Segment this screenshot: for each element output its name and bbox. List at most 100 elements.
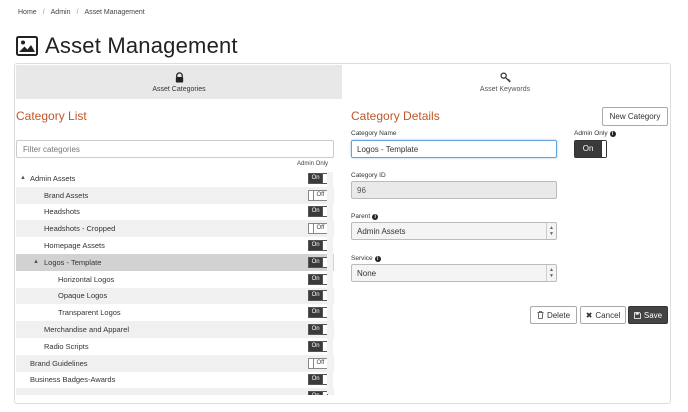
category-id-field [351,181,557,199]
delete-button[interactable]: Delete [530,306,577,324]
tab-bar: Asset Categories Asset Keywords [16,65,668,99]
admin-only-label-text: Admin Only [574,130,608,137]
info-icon[interactable]: i [374,255,381,262]
breadcrumb-separator: / [42,9,45,16]
page-header: Asset Management [16,33,238,59]
close-icon: ✖ [585,310,593,320]
tree-row[interactable]: Brand Assets Off [16,186,334,204]
tree-row-label: Brand Guidelines [30,358,88,368]
admin-only-column-header: Admin Only [297,161,329,167]
tree-row[interactable]: Horizontal Logos On [16,271,334,288]
switch-state-text: On [311,376,320,383]
switch-state-text: Off [316,359,325,366]
tab-label: Asset Keywords [479,85,531,93]
page-title: Asset Management [45,33,238,58]
admin-only-switch[interactable]: On [308,391,328,395]
admin-only-switch[interactable]: On [308,172,328,184]
admin-only-switch[interactable]: On [308,256,328,268]
parent-label-text: Parent [351,213,371,220]
tree-row-label: Logos - Template [44,257,102,267]
switch-state-text: On [311,174,320,181]
breadcrumb-admin[interactable]: Admin [51,9,71,16]
switch-state-text: On [311,208,320,215]
admin-only-label: Admin Only i [574,130,616,137]
switch-state-text: On [311,258,320,265]
new-category-button[interactable]: New Category [602,107,668,126]
collapse-toggle-icon[interactable]: ▲ [33,259,41,265]
admin-only-switch[interactable]: Off [308,189,328,201]
select-arrow-icon: ▲ ▼ [546,265,556,281]
parent-label: Parent i [351,213,379,220]
admin-only-switch[interactable]: Off [308,357,328,369]
category-details-title: Category Details [351,109,440,123]
category-name-input[interactable] [351,140,557,158]
switch-state-text: On [309,392,322,395]
breadcrumb-current: Asset Management [84,9,145,16]
tree-row[interactable]: On [16,388,334,395]
lock-icon [175,71,183,83]
switch-state-text: On [311,275,320,282]
save-button[interactable]: Save [628,306,668,324]
category-name-label: Category Name [351,130,397,137]
tree-row-label: Transparent Logos [58,308,121,318]
tree-row[interactable]: Radio Scripts On [16,338,334,355]
service-select-value: None [357,268,377,278]
tree-row-label: Horizontal Logos [58,274,115,284]
switch-state-text: Off [316,225,325,232]
filter-categories-input[interactable] [16,140,334,158]
admin-only-switch[interactable]: On [308,290,328,302]
tree-row[interactable]: Homepage Assets On [16,237,334,254]
breadcrumb-home[interactable]: Home [18,9,37,16]
image-icon [16,36,38,56]
switch-state-text: On [311,242,320,249]
tree-scrollbar[interactable] [327,172,333,394]
admin-only-switch[interactable]: On [308,324,328,336]
tree-row[interactable]: Transparent Logos On [16,304,334,321]
tree-row-label: Radio Scripts [44,341,89,351]
admin-only-switch[interactable]: On [308,340,328,352]
tree-row-label: Brand Assets [44,190,89,200]
admin-only-switch[interactable]: Off [308,223,328,235]
switch-state-text: On [311,326,320,333]
info-icon[interactable]: i [609,130,616,137]
category-name-label-text: Category Name [351,130,397,137]
switch-state-text: On [311,342,320,349]
breadcrumb: Home / Admin / Asset Management [18,9,145,16]
collapse-toggle-icon[interactable]: ▲ [20,175,28,181]
admin-only-toggle-text: On [582,144,594,153]
trash-icon [537,311,544,319]
tree-row-label: Opaque Logos [58,291,108,301]
tree-row[interactable]: Headshots - Cropped Off [16,220,334,238]
tab-asset-categories[interactable]: Asset Categories [16,65,342,99]
save-button-label: Save [643,310,663,320]
service-label: Service i [351,255,381,262]
parent-select-value: Admin Assets [357,226,406,236]
cancel-button[interactable]: ✖ Cancel [580,306,626,324]
tree-row[interactable]: Merchandise and Apparel On [16,321,334,338]
tree-row[interactable]: ▲ Admin Assets On [16,170,334,187]
tree-row[interactable]: Brand Guidelines Off [16,354,334,372]
tree-row[interactable]: Opaque Logos On [16,287,334,305]
switch-state-text: On [311,292,320,299]
tree-row[interactable]: Business Badges-Awards On [16,372,334,389]
category-tree: ▲ Admin Assets On Brand Assets Off Headshots O… [16,170,334,395]
parent-select[interactable]: Admin Assets ▲ ▼ [351,222,557,240]
info-icon[interactable]: i [372,213,379,220]
floppy-disk-icon [633,311,641,319]
admin-only-switch[interactable]: On [308,273,328,285]
category-list-title: Category List [16,109,87,123]
tree-row-label: Homepage Assets [44,241,105,251]
admin-only-switch[interactable]: On [308,240,328,252]
key-icon [500,72,511,83]
admin-only-switch[interactable]: On [308,374,328,386]
tree-row[interactable]: Headshots On [16,204,334,221]
category-id-label: Category ID [351,172,386,179]
admin-only-switch[interactable]: On [308,307,328,319]
admin-only-switch[interactable]: On [308,206,328,218]
select-arrow-icon: ▲ ▼ [546,223,556,239]
tree-row-label: Merchandise and Apparel [44,325,130,335]
admin-only-toggle[interactable]: On [574,140,607,158]
tab-asset-keywords[interactable]: Asset Keywords [342,65,668,99]
service-select[interactable]: None ▲ ▼ [351,264,557,282]
tree-row[interactable]: ▲ Logos - Template On [16,253,334,271]
